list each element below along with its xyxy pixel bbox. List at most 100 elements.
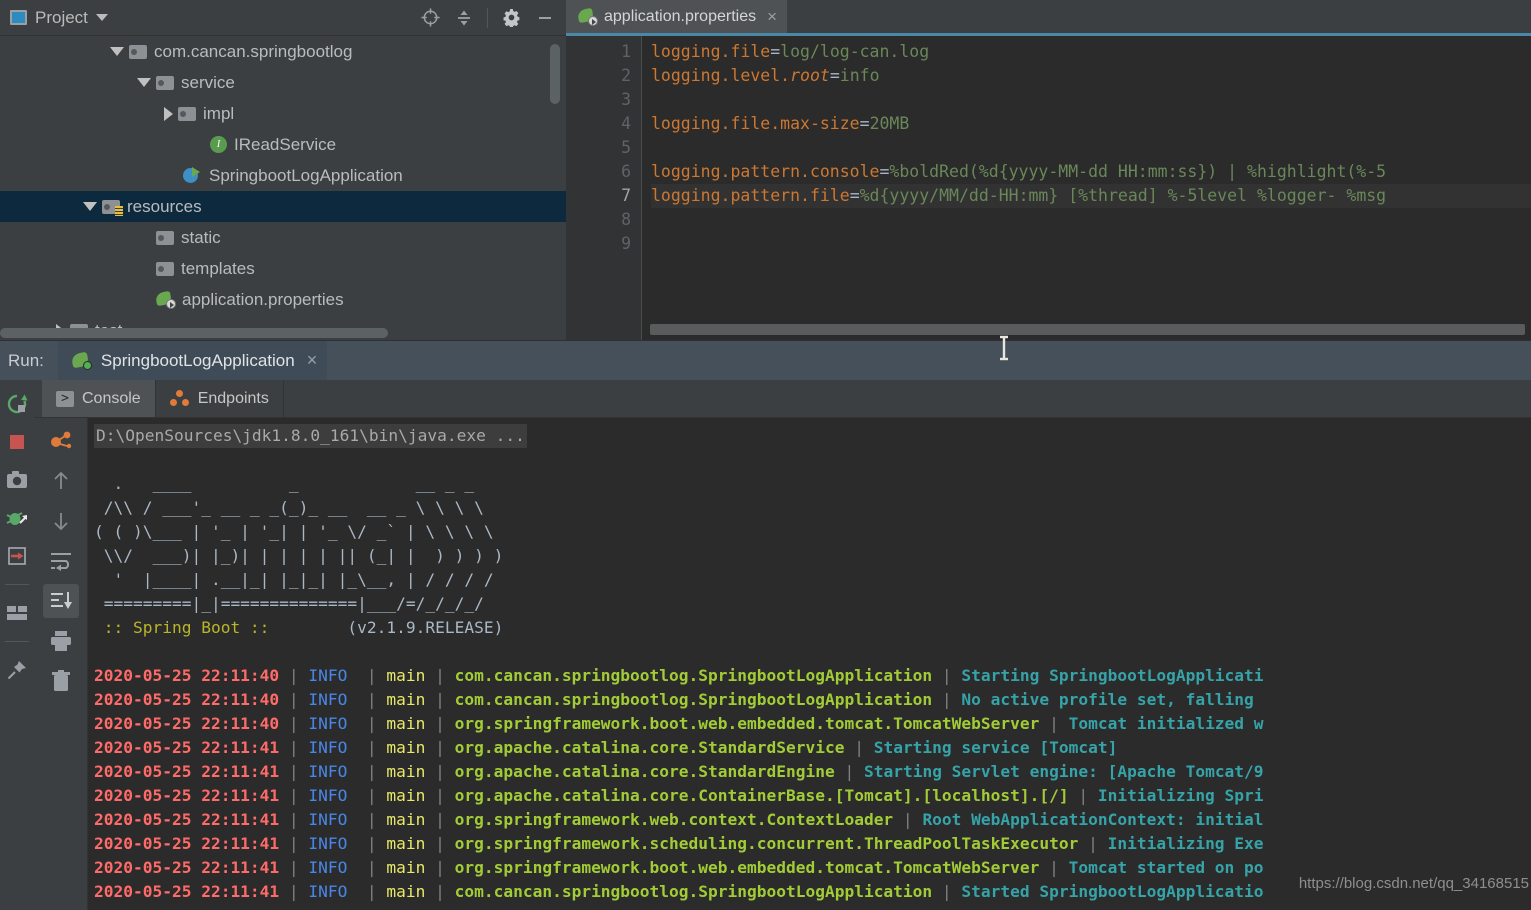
console-toolbar [34, 418, 88, 910]
tab-console-label: Console [82, 389, 141, 407]
console-log-line: 2020-05-25 22:11:40 | INFO | main | com.… [94, 666, 1264, 685]
code-line[interactable]: logging.file=log/log-can.log [651, 40, 1531, 64]
code-line[interactable]: logging.pattern.file=%d{yyyy/MM/dd-HH:mm… [651, 184, 1531, 208]
code-line[interactable]: logging.level.root=info [651, 64, 1531, 88]
project-tree[interactable]: com.cancan.springbootlog service impl I IRea… [0, 36, 566, 340]
tree-node-label: impl [203, 103, 235, 123]
resources-folder-icon [102, 199, 123, 216]
run-body: > Console Endpoints D:\OpenSources\jdk1.… [0, 380, 1531, 910]
project-title-button[interactable]: Project [10, 8, 108, 28]
scroll-to-end-icon[interactable] [42, 584, 79, 618]
tree-node-static[interactable]: static [0, 222, 566, 253]
log-level: INFO [308, 810, 348, 829]
interface-icon: I [210, 136, 227, 153]
text-cursor-icon [998, 335, 1010, 361]
log-logger: com.cancan.springbootlog.SpringbootLogAp… [454, 882, 933, 901]
code-line[interactable]: logging.pattern.console=%boldRed(%d{yyyy… [651, 160, 1531, 184]
code-line[interactable]: logging.file.max-size=20MB [651, 112, 1531, 136]
log-thread: main [386, 690, 426, 709]
log-level: INFO [308, 762, 348, 781]
console-log-line: 2020-05-25 22:11:41 | INFO | main | org.… [94, 858, 1264, 877]
console-icon: > [56, 390, 74, 407]
spring-properties-icon [154, 290, 176, 309]
tab-endpoints[interactable]: Endpoints [156, 380, 284, 417]
ide-window: Project com.cancan.springbootlog service… [0, 0, 1531, 910]
tree-twisty-icon[interactable] [137, 299, 151, 300]
editor-horizontal-scrollbar[interactable] [650, 324, 1525, 335]
gutter-line-number: 7 [621, 186, 631, 205]
tab-application-properties[interactable]: application.properties × [566, 0, 788, 36]
console-log-line: 2020-05-25 22:11:41 | INFO | main | org.… [94, 738, 1118, 757]
project-tree-vertical-scrollbar[interactable] [550, 44, 560, 104]
gutter-line-number: 9 [621, 234, 631, 253]
editor-code[interactable]: logging.file=log/log-can.log logging.leve… [642, 36, 1531, 340]
code-line[interactable] [651, 232, 1531, 256]
log-logger: org.apache.catalina.core.StandardEngine [454, 762, 835, 781]
tab-console[interactable]: > Console [42, 380, 156, 417]
tree-twisty-icon[interactable] [191, 144, 205, 145]
code-line[interactable] [651, 88, 1531, 112]
trash-icon[interactable] [43, 664, 79, 698]
tree-twisty-icon[interactable] [137, 268, 151, 269]
down-arrow-icon[interactable] [43, 504, 79, 538]
project-panel-title: Project [35, 7, 88, 27]
run-configuration-tab[interactable]: SpringbootLogApplication × [57, 340, 328, 381]
tree-node-templates[interactable]: templates [0, 253, 566, 284]
gear-icon[interactable] [496, 3, 526, 33]
tree-twisty-icon[interactable] [137, 78, 151, 87]
tree-node-ireadservice[interactable]: I IReadService [0, 129, 566, 160]
locate-icon[interactable] [415, 3, 445, 33]
tree-twisty-icon[interactable] [110, 47, 124, 56]
close-icon[interactable]: × [307, 350, 318, 371]
chevron-down-icon[interactable] [95, 14, 108, 21]
log-message: Starting Servlet engine: [Apache Tomcat/… [863, 762, 1264, 781]
tree-node-com-cancan-springbootlog[interactable]: com.cancan.springbootlog [0, 36, 566, 67]
gutter-line-number: 3 [621, 90, 631, 109]
gutter-line-number: 2 [621, 66, 631, 85]
log-logger: org.apache.catalina.core.ContainerBase.[… [454, 786, 1069, 805]
tree-node-service[interactable]: service [0, 67, 566, 98]
console-log-line: 2020-05-25 22:11:40 | INFO | main | com.… [94, 690, 1254, 709]
tree-node-impl[interactable]: impl [0, 98, 566, 129]
tree-twisty-icon[interactable] [164, 106, 173, 121]
up-arrow-icon[interactable] [43, 464, 79, 498]
layout-icon[interactable] [3, 599, 31, 627]
tree-twisty-icon[interactable] [137, 237, 151, 238]
tab-endpoints-label: Endpoints [197, 389, 269, 407]
soft-wrap-icon[interactable] [43, 544, 79, 578]
folder-icon [178, 106, 196, 121]
code-line[interactable] [651, 208, 1531, 232]
pin-icon[interactable] [3, 656, 31, 684]
tree-node-springbootlogapplication[interactable]: SpringbootLogApplication [0, 160, 566, 191]
tree-twisty-icon[interactable] [83, 202, 97, 211]
project-window-icon [10, 10, 27, 25]
gutter-line-number: 6 [621, 162, 631, 181]
debug-attach-icon[interactable] [3, 504, 31, 532]
spring-boot-banner: . ____ _ __ _ _ /\\ / ___'_ __ _ _(_)_ _… [94, 474, 504, 637]
console-log-line: 2020-05-25 22:11:41 | INFO | main | org.… [94, 810, 1264, 829]
collapse-all-icon[interactable] [449, 3, 479, 33]
stop-icon[interactable] [3, 428, 31, 456]
tree-node-resources[interactable]: resources [0, 191, 566, 222]
minimize-icon[interactable] [530, 3, 560, 33]
folder-icon [156, 230, 174, 245]
project-panel-header: Project [0, 0, 566, 36]
print-icon[interactable] [43, 624, 79, 658]
close-icon[interactable]: × [767, 7, 777, 27]
console-output[interactable]: D:\OpenSources\jdk1.8.0_161\bin\java.exe… [88, 418, 1531, 910]
rerun-icon[interactable] [3, 390, 31, 418]
code-line[interactable] [651, 136, 1531, 160]
thread-dump-icon[interactable] [43, 424, 79, 458]
tree-node-application-properties[interactable]: application.properties [0, 284, 566, 315]
log-message: Root WebApplicationContext: initial [922, 810, 1264, 829]
editor-body[interactable]: 123456789 logging.file=log/log-can.log lo… [566, 36, 1531, 340]
tree-node-label: templates [181, 258, 255, 278]
camera-icon[interactable] [3, 466, 31, 494]
tree-twisty-icon[interactable] [164, 175, 178, 176]
log-logger: org.springframework.boot.web.embedded.to… [454, 858, 1040, 877]
tree-node-label: SpringbootLogApplication [209, 165, 403, 185]
project-tree-horizontal-scrollbar[interactable] [0, 328, 388, 338]
log-timestamp: 2020-05-25 22:11:41 [94, 834, 280, 853]
show-in-icon[interactable] [3, 542, 31, 570]
log-level: INFO [308, 714, 348, 733]
